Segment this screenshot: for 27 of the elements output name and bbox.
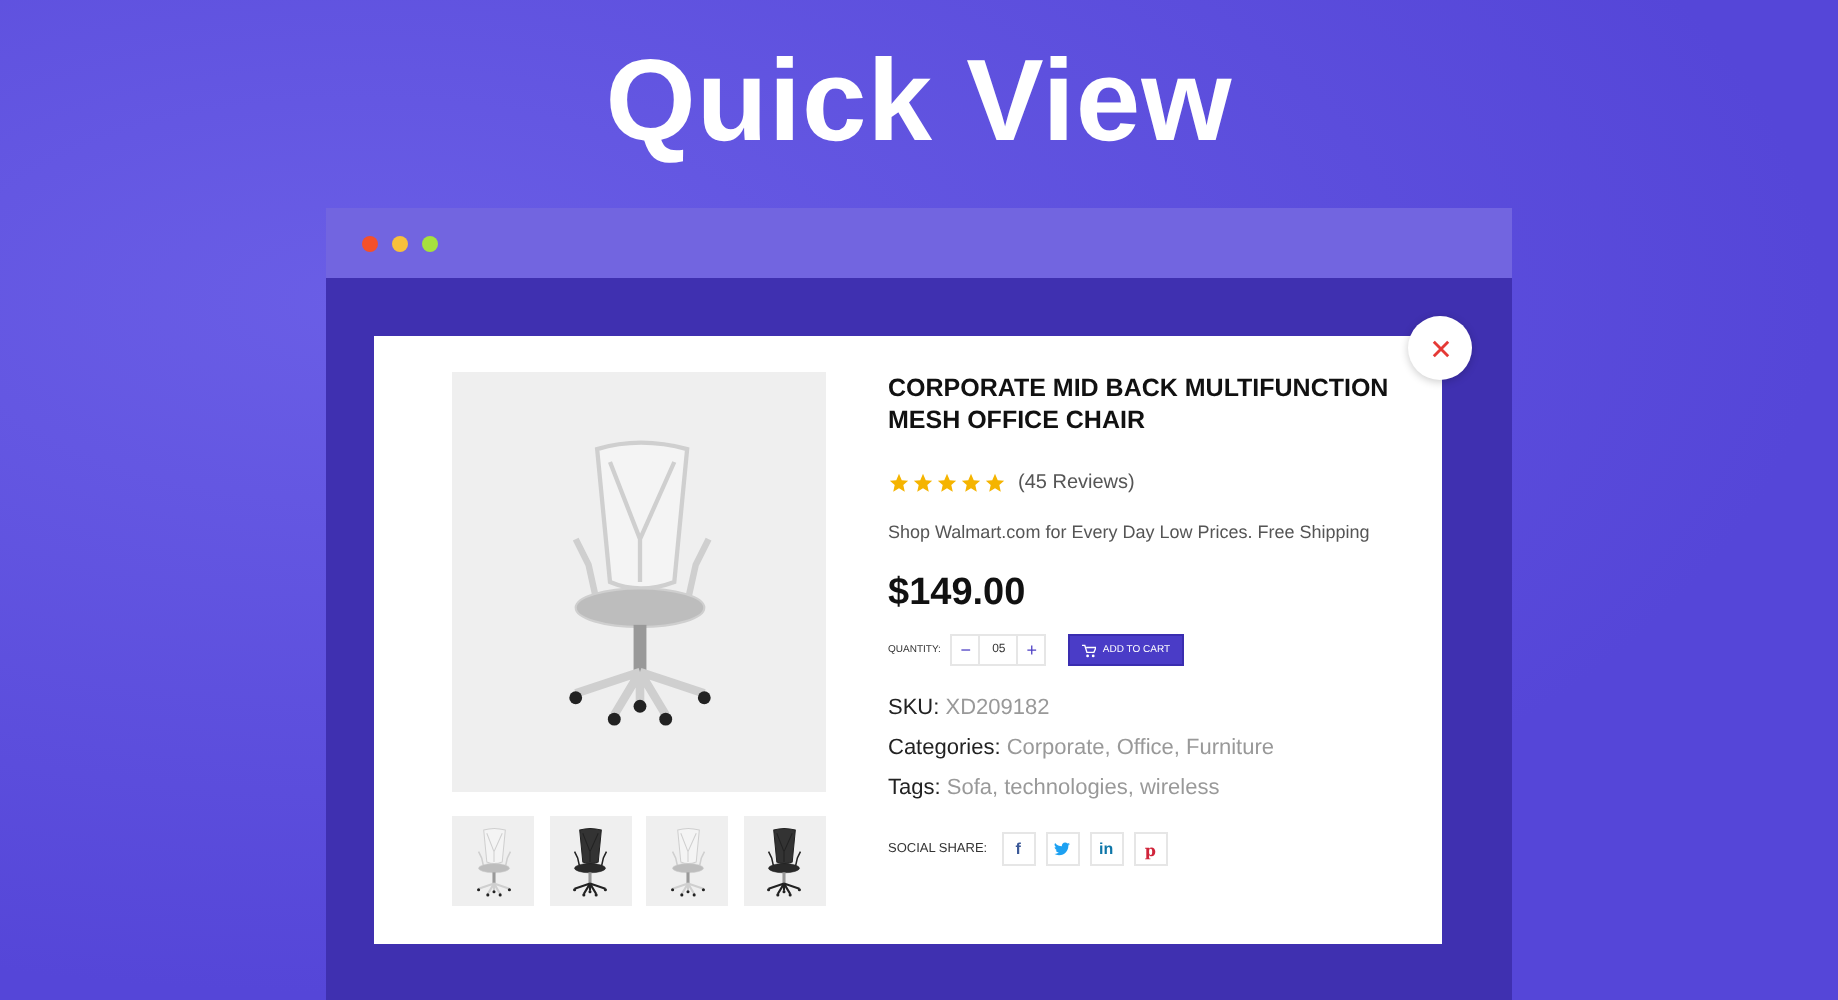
thumbnail[interactable] <box>743 816 826 906</box>
product-meta-line: Tags: Sofa, technologies, wireless <box>888 774 1222 804</box>
close-dot-icon[interactable] <box>362 235 378 251</box>
minimize-dot-icon[interactable] <box>392 235 408 251</box>
star-icon <box>912 472 934 494</box>
product-meta-line: Categories: Corporate, Office, Furniture <box>888 734 1277 764</box>
share-button[interactable]: in <box>1089 832 1124 866</box>
maximize-dot-icon[interactable] <box>422 235 438 251</box>
star-icon <box>936 472 958 494</box>
close-icon <box>1431 339 1449 357</box>
thumbnail[interactable] <box>452 816 534 906</box>
close-button[interactable] <box>1408 316 1472 380</box>
star-icon <box>984 472 1006 494</box>
product-description: Shop Walmart.com for Every Day Low Prices. Free Shipping <box>888 522 1372 542</box>
product-title: CORPORATE MID BACK MULTIFUNCTION MESH OFFICE CHAIR <box>888 372 1391 436</box>
thumbnail[interactable] <box>646 816 729 906</box>
share-button[interactable]: p <box>1133 832 1168 866</box>
share-button[interactable] <box>1045 832 1080 866</box>
product-price: $149.00 <box>888 572 1028 616</box>
page-heading: Quick View <box>605 33 1233 169</box>
thumbnail[interactable] <box>549 816 632 906</box>
share-button[interactable]: f <box>1001 832 1036 866</box>
star-icon <box>888 472 910 494</box>
cart-icon <box>1082 643 1097 657</box>
product-meta-line: SKU: XD209182 <box>888 694 1052 724</box>
star-icon <box>960 472 982 494</box>
review-count[interactable]: (45 Reviews) <box>1018 472 1135 494</box>
